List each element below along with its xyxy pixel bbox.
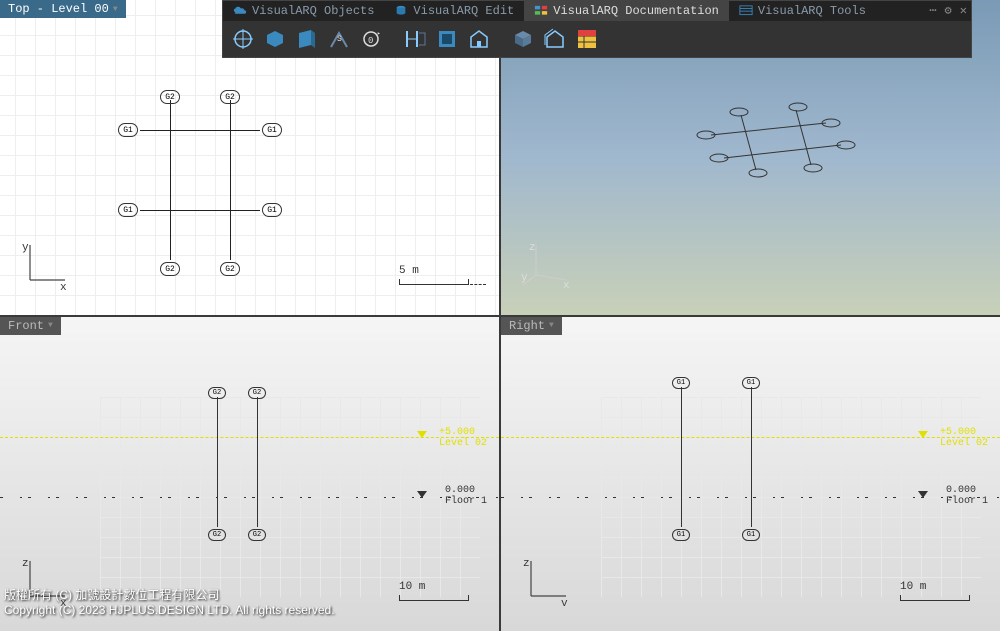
viewport-title-label: Front: [8, 319, 44, 333]
cloud-icon: [233, 5, 247, 17]
tab-label: VisualARQ Objects: [252, 4, 374, 18]
scale-label: 10 m: [399, 581, 425, 593]
layer-icon[interactable]: [541, 25, 569, 53]
svg-text:y: y: [521, 272, 528, 284]
axis-label: x: [60, 282, 67, 290]
gear-icon[interactable]: ⚙: [945, 3, 952, 18]
viewport-title-label: Right: [509, 319, 545, 333]
tool-row: S 0▸: [223, 21, 971, 57]
dimension-icon[interactable]: [401, 25, 429, 53]
scale-label: 10 m: [900, 581, 926, 593]
tab-label: VisualARQ Edit: [413, 4, 514, 18]
list-icon: [739, 5, 753, 17]
level-elev: 0.000: [946, 485, 988, 496]
chevron-down-icon[interactable]: ▼: [113, 5, 118, 14]
svg-text:x: x: [563, 280, 570, 290]
grid-bubble: G2: [208, 387, 226, 399]
grid-bubble: G2: [160, 262, 180, 276]
level-elev: 0.000: [445, 485, 487, 496]
svg-text:z: z: [22, 558, 29, 570]
scale-bar: 10 m: [900, 581, 970, 601]
tab-objects[interactable]: VisualARQ Objects: [223, 1, 384, 21]
viewport-title-front[interactable]: Front ▼: [0, 317, 61, 335]
grid-bubble: G2: [220, 90, 240, 104]
grid-bubble: G2: [160, 90, 180, 104]
tab-row: VisualARQ Objects VisualARQ Edit VisualA…: [223, 1, 971, 21]
grid-bubble: G1: [262, 123, 282, 137]
axis-indicator: x y: [20, 240, 70, 295]
section-icon[interactable]: [229, 25, 257, 53]
svg-text:0: 0: [368, 36, 373, 46]
viewport-title-label: Top - Level 00: [8, 2, 109, 16]
level-name: Floor 1: [946, 496, 988, 507]
level-name: Floor 1: [445, 496, 487, 507]
space-icon[interactable]: [465, 25, 493, 53]
opening-elev-icon[interactable]: [433, 25, 461, 53]
footer-line: 版權所有 (C) 加號設計數位工程有限公司: [4, 588, 335, 604]
viewport-title-top[interactable]: Top - Level 00 ▼: [0, 0, 126, 18]
viewport-title-right[interactable]: Right ▼: [501, 317, 562, 335]
level-name: Level 02: [940, 438, 988, 449]
axis-indicator: x z y: [521, 240, 571, 295]
tab-edit[interactable]: VisualARQ Edit: [384, 1, 524, 21]
level-elev: +5.000: [940, 427, 988, 438]
grid-bubble: G1: [118, 203, 138, 217]
tab-documentation[interactable]: VisualARQ Documentation: [524, 1, 729, 21]
cylinder-icon: [394, 5, 408, 17]
grid-bubble: G1: [672, 377, 690, 389]
grid-bubble: G1: [262, 203, 282, 217]
scale-bar: 10 m: [399, 581, 469, 601]
tab-label: VisualARQ Tools: [758, 4, 866, 18]
svg-text:z: z: [523, 558, 530, 570]
grid-bubble: G2: [220, 262, 240, 276]
grid-bubble: G2: [248, 387, 266, 399]
axis-indicator: y z: [521, 556, 571, 611]
hatch-icon[interactable]: [509, 25, 537, 53]
level-name: Level 02: [439, 438, 487, 449]
grid-bubble: G1: [742, 377, 760, 389]
footer-line: Copyright (C) 2023 HJPLUS.DESIGN LTD. Al…: [4, 603, 335, 619]
section-view-icon[interactable]: [293, 25, 321, 53]
svg-text:z: z: [529, 242, 536, 254]
level-icon[interactable]: 0▸: [357, 25, 385, 53]
viewport-right[interactable]: Right ▼ +5.000 Level 02 0.000 Floor 1 G1…: [501, 317, 1000, 631]
chevron-down-icon[interactable]: ▼: [48, 321, 53, 330]
grid-bubble: G1: [742, 529, 760, 541]
plan-view-icon[interactable]: [261, 25, 289, 53]
axis-label: y: [22, 242, 29, 254]
overflow-icon[interactable]: ⋯: [929, 3, 936, 18]
scale-label: 5 m: [399, 265, 419, 277]
scale-bar: 5 m: [399, 265, 469, 285]
grid-bubble: G2: [208, 529, 226, 541]
toolbar-panel: VisualARQ Objects VisualARQ Edit VisualA…: [222, 0, 972, 58]
tab-tools[interactable]: VisualARQ Tools: [729, 1, 876, 21]
grid-icon: [534, 5, 548, 17]
svg-text:S: S: [337, 35, 342, 44]
footer: 版權所有 (C) 加號設計數位工程有限公司 Copyright (C) 2023…: [4, 588, 335, 619]
level-elev: +5.000: [439, 427, 487, 438]
chevron-down-icon[interactable]: ▼: [549, 321, 554, 330]
svg-text:▸: ▸: [377, 30, 381, 37]
viewport-front[interactable]: Front ▼ +5.000 Level 02 0.000 Floor 1 G2…: [0, 317, 499, 631]
svg-text:y: y: [561, 598, 568, 606]
tab-label: VisualARQ Documentation: [553, 4, 719, 18]
table-icon[interactable]: [573, 25, 601, 53]
grid-bubble: G2: [248, 529, 266, 541]
perspective-grid: [651, 90, 901, 215]
close-icon[interactable]: ✕: [960, 3, 967, 18]
grid-bubble: G1: [672, 529, 690, 541]
section-attrs-icon[interactable]: S: [325, 25, 353, 53]
grid-bubble: G1: [118, 123, 138, 137]
